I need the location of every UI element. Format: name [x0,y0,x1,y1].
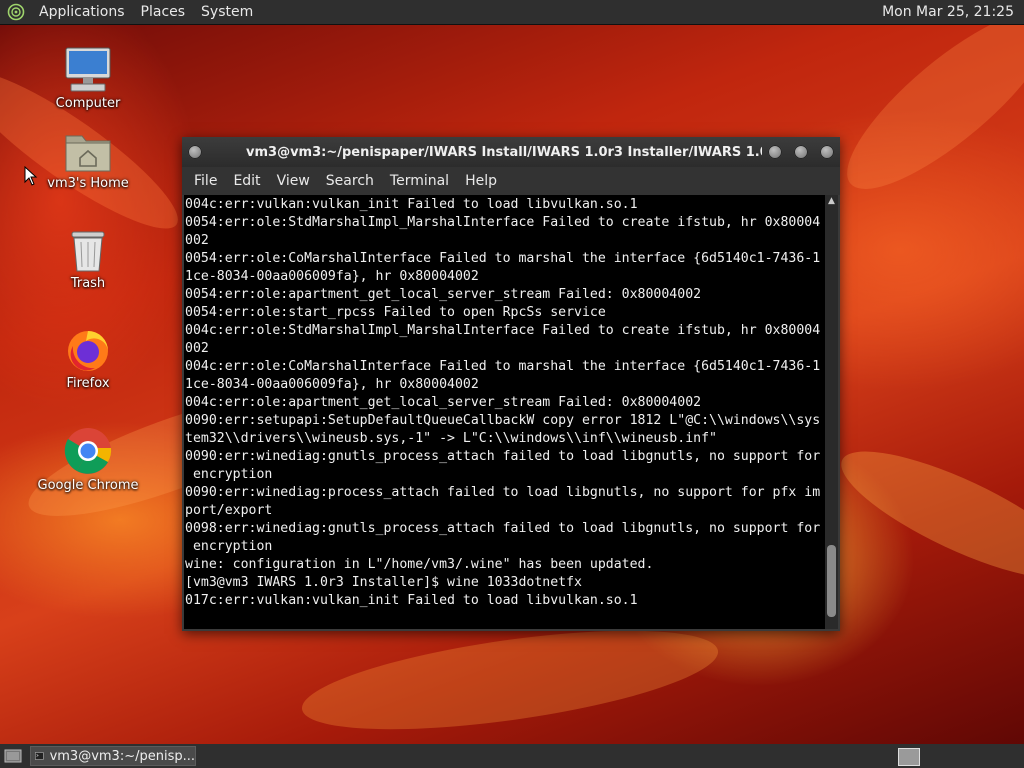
terminal-line: 0054:err:ole:start_rpcss Failed to open … [185,305,606,320]
top-panel: Applications Places System Mon Mar 25, 2… [0,0,1024,24]
desktop-icon-chrome[interactable]: Google Chrome [33,426,143,493]
bottom-panel: vm3@vm3:~/penisp... [0,744,1024,768]
terminal-line: wine: configuration in L"/home/vm3/.wine… [185,557,654,572]
distro-logo-icon[interactable] [7,3,25,21]
desktop-icon-label: Trash [70,276,106,291]
show-desktop-icon[interactable] [4,748,22,764]
computer-icon [65,47,111,92]
menu-edit[interactable]: Edit [225,173,268,189]
desktop-icon-label: Google Chrome [37,478,139,493]
terminal-line: 0054:err:ole:StdMarshalImpl_MarshalInter… [185,215,821,230]
desktop-icon-computer[interactable]: Computer [33,46,143,111]
wallpaper-petal [827,428,1024,602]
terminal-menubar: File Edit View Search Terminal Help [182,167,840,195]
taskbar-item-terminal[interactable]: vm3@vm3:~/penisp... [30,746,196,766]
desktop-icon-home[interactable]: vm3's Home [33,128,143,191]
terminal-icon [35,752,44,760]
firefox-icon [68,331,108,371]
terminal-line: 0090:err:winediag:process_attach failed … [185,485,821,500]
terminal-line: 0054:err:ole:apartment_get_local_server_… [185,287,702,302]
menu-view[interactable]: View [269,173,318,189]
panel-clock[interactable]: Mon Mar 25, 21:25 [882,4,1024,20]
minimize-button[interactable] [768,145,782,159]
menu-file[interactable]: File [186,173,225,189]
system-menu[interactable]: System [193,0,261,24]
terminal-titlebar[interactable]: vm3@vm3:~/penispaper/IWARS Install/IWARS… [182,137,840,167]
terminal-output[interactable]: 004c:err:vulkan:vulkan_init Failed to lo… [184,195,825,629]
terminal-line: 017c:err:vulkan:vulkan_init Failed to lo… [185,593,638,608]
scrollbar-thumb[interactable] [827,545,836,617]
terminal-line: 002 [185,341,209,356]
terminal-line: 004c:err:vulkan:vulkan_init Failed to lo… [185,197,638,212]
menu-help[interactable]: Help [457,173,505,189]
terminal-line: tem32\\drivers\\wineusb.sys,-1" -> L"C:\… [185,431,717,446]
applications-menu[interactable]: Applications [31,0,133,24]
terminal-line: [vm3@vm3 IWARS 1.0r3 Installer]$ wine 10… [185,575,582,590]
window-menu-button[interactable] [188,145,202,159]
terminal-window[interactable]: vm3@vm3:~/penispaper/IWARS Install/IWARS… [182,137,840,631]
terminal-line: 002 [185,233,209,248]
terminal-line: 0098:err:winediag:gnutls_process_attach … [185,521,821,536]
desktop-icon-label: vm3's Home [47,176,129,191]
terminal-line: 004c:err:ole:CoMarshalInterface Failed t… [185,359,821,374]
workspace-switcher[interactable] [898,748,920,766]
trash-icon [71,231,105,272]
terminal-line: 004c:err:ole:StdMarshalImpl_MarshalInter… [185,323,821,338]
menu-terminal[interactable]: Terminal [382,173,457,189]
desktop-icon-firefox[interactable]: Firefox [33,326,143,391]
terminal-line: encryption [185,467,273,482]
window-title: vm3@vm3:~/penispaper/IWARS Install/IWARS… [246,144,762,160]
terminal-line: 1ce-8034-00aa006009fa}, hr 0x80004002 [185,377,479,392]
desktop-icon-trash[interactable]: Trash [33,228,143,291]
chrome-icon [64,428,112,474]
terminal-line: 0090:err:winediag:gnutls_process_attach … [185,449,821,464]
terminal-line: 0090:err:setupapi:SetupDefaultQueueCallb… [185,413,821,428]
desktop-icon-label: Computer [55,96,121,111]
mouse-pointer-icon [24,166,38,186]
scroll-up-arrow-icon[interactable]: ▲ [825,195,838,207]
taskbar-item-label: vm3@vm3:~/penisp... [49,748,195,764]
menu-search[interactable]: Search [318,173,382,189]
home-folder-icon [65,135,111,172]
terminal-line: 0054:err:ole:CoMarshalInterface Failed t… [185,251,821,266]
close-button[interactable] [820,145,834,159]
wallpaper-petal [824,0,1024,215]
terminal-line: port/export [185,503,273,518]
terminal-line: encryption [185,539,273,554]
terminal-text: 004c:err:vulkan:vulkan_init Failed to lo… [184,195,825,610]
places-menu[interactable]: Places [133,0,194,24]
terminal-scrollbar[interactable]: ▲ [825,195,838,629]
terminal-line: 004c:err:ole:apartment_get_local_server_… [185,395,702,410]
wallpaper-petal [296,611,724,749]
desktop-icon-label: Firefox [66,376,110,391]
maximize-button[interactable] [794,145,808,159]
terminal-line: 1ce-8034-00aa006009fa}, hr 0x80004002 [185,269,479,284]
